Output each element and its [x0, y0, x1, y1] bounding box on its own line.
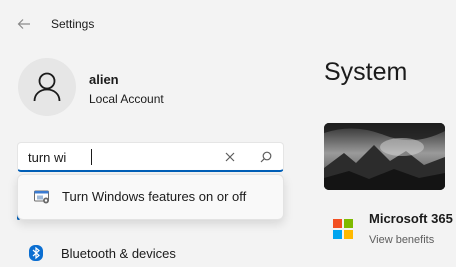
clear-search-button[interactable]	[221, 148, 239, 166]
window-title: Settings	[51, 17, 95, 31]
microsoft-logo-icon	[333, 219, 353, 239]
desktop-wallpaper-preview[interactable]	[324, 123, 445, 190]
suggestion-item[interactable]: Turn Windows features on or off	[18, 175, 283, 219]
bluetooth-icon	[29, 245, 43, 261]
search-icon	[260, 151, 272, 163]
title-bar: Settings	[0, 0, 456, 48]
windows-features-icon	[34, 190, 49, 204]
text-caret	[91, 149, 92, 165]
wallpaper-image	[324, 123, 445, 190]
search-button[interactable]	[257, 148, 275, 166]
back-button[interactable]	[12, 13, 36, 35]
page-title: System	[324, 58, 408, 86]
person-icon	[33, 72, 61, 102]
view-benefits-link[interactable]: View benefits	[369, 234, 434, 246]
sidebar-item-bluetooth[interactable]: Bluetooth & devices	[17, 241, 284, 267]
search-suggestions: Turn Windows features on or off	[17, 174, 284, 220]
user-name: alien	[89, 72, 119, 87]
avatar[interactable]	[18, 58, 76, 116]
search-box[interactable]	[17, 142, 284, 172]
suggestion-label: Turn Windows features on or off	[62, 189, 247, 204]
close-icon	[225, 152, 235, 162]
product-name: Microsoft 365	[369, 211, 453, 226]
back-arrow-icon	[17, 19, 30, 29]
sidebar-item-label: Bluetooth & devices	[61, 246, 176, 261]
account-type: Local Account	[89, 92, 164, 106]
search-input[interactable]	[28, 147, 208, 167]
